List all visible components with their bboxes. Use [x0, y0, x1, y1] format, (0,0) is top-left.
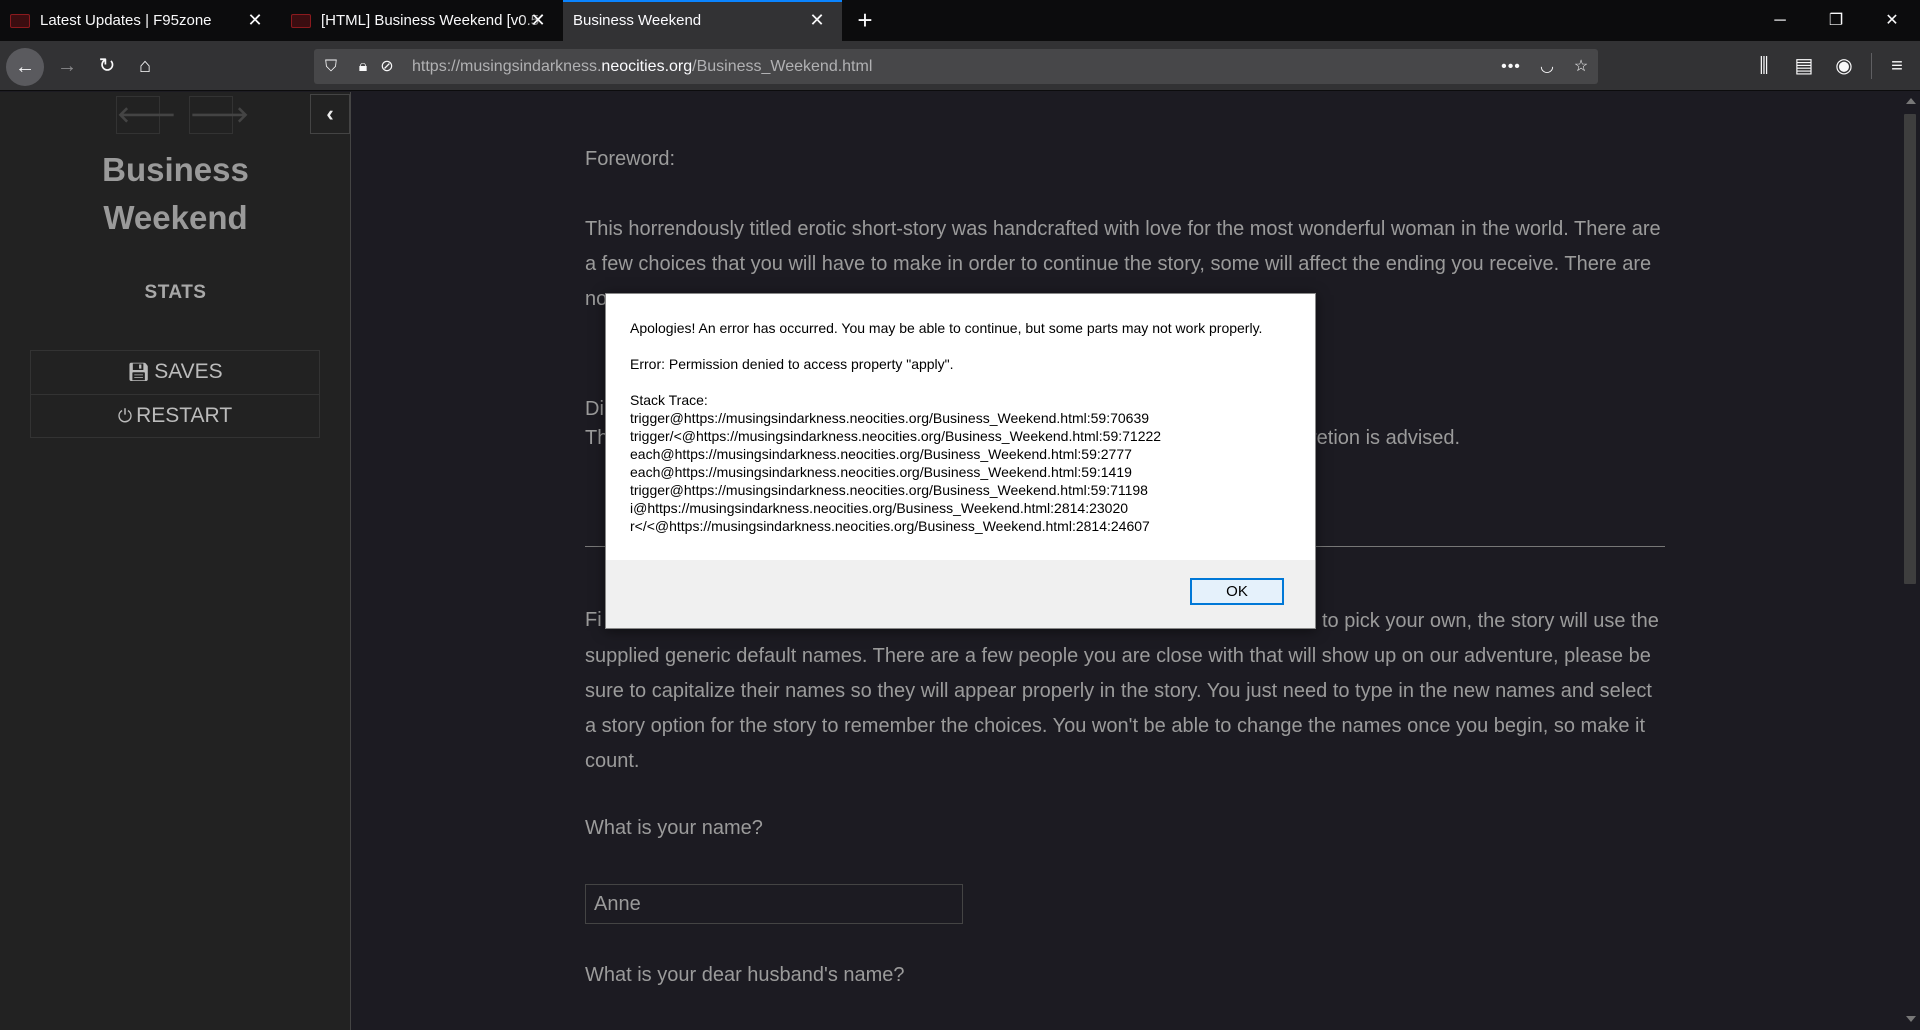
disclaimer-heading: Di [585, 398, 604, 420]
tab-bar: Latest Updates | F95zone ✕ [HTML] Busine… [0, 0, 1920, 41]
bookmark-star-icon[interactable]: ☆ [1570, 56, 1592, 78]
restart-button[interactable]: ⏻ RESTART [31, 394, 319, 437]
ok-button[interactable]: OK [1190, 578, 1284, 605]
reload-button[interactable]: ↻ [90, 49, 124, 83]
error-alert-dialog: Apologies! An error has occurred. You ma… [605, 293, 1316, 629]
disclaimer-text-end: retion is advised. [1310, 427, 1461, 449]
navigation-toolbar: ← → ↻ ⌂ ⛉ 🔒︎ ⊘ https://musingsindarkness… [0, 41, 1920, 91]
menu-hamburger-icon[interactable]: ≡ [1880, 49, 1914, 83]
floppy-disk-icon: 💾︎ [127, 362, 151, 382]
site-favicon-icon [291, 13, 311, 28]
minimize-button[interactable]: ─ [1752, 0, 1808, 41]
names-intro-text: to pick your own, the story will use the… [585, 610, 1659, 772]
stack-trace-line: r</<@https://musingsindarkness.neocities… [630, 518, 1150, 534]
tab-latest-updates[interactable]: Latest Updates | F95zone ✕ [0, 0, 280, 41]
url-host: neocities.org [601, 58, 693, 75]
story-title-line: Business [102, 151, 249, 188]
page-actions-icon[interactable]: ••• [1500, 56, 1522, 78]
tab-title: Latest Updates | F95zone [40, 12, 212, 29]
stack-trace-line: trigger/<@https://musingsindarkness.neoc… [630, 428, 1162, 444]
tab-close-icon[interactable]: ✕ [806, 9, 828, 31]
stack-trace-line: each@https://musingsindarkness.neocities… [630, 446, 1132, 462]
stack-trace-line: trigger@https://musingsindarkness.neocit… [630, 482, 1148, 498]
tab-business-weekend[interactable]: Business Weekend ✕ [563, 0, 842, 41]
story-title: Business Weekend [0, 146, 351, 242]
close-window-button[interactable]: ✕ [1864, 0, 1920, 41]
question-your-name: What is your name? [585, 817, 763, 839]
lock-icon[interactable]: 🔒︎ [352, 56, 374, 78]
url-text[interactable]: https://musingsindarkness.neocities.org/… [412, 58, 872, 76]
url-prefix: https://musingsindarkness. [412, 58, 602, 75]
home-button[interactable]: ⌂ [128, 49, 162, 83]
tab-business-weekend-thread[interactable]: [HTML] Business Weekend [v0.5 ✕ [281, 0, 563, 41]
saves-button[interactable]: 💾︎ SAVES [31, 351, 319, 394]
permissions-icon[interactable]: ⊘ [376, 56, 398, 78]
story-title-line: Weekend [103, 199, 248, 236]
question-husband-name: What is your dear husband's name? [585, 964, 905, 986]
power-icon: ⏻ [117, 406, 133, 426]
tab-close-icon[interactable]: ✕ [527, 9, 549, 31]
scroll-up-arrow-icon[interactable] [1906, 98, 1916, 104]
error-message: Apologies! An error has occurred. You ma… [630, 320, 1263, 336]
ui-bar: 🡐 🡒 ‹ Business Weekend STATS 💾︎ SAVES ⏻ RE… [0, 92, 351, 1030]
tab-title: Business Weekend [573, 12, 702, 29]
name-input[interactable]: Anne [585, 884, 963, 924]
foreword-heading: Foreword: [585, 148, 676, 170]
history-backward-button[interactable]: 🡐 [116, 96, 176, 134]
pocket-icon[interactable]: ◡ [1536, 56, 1558, 78]
restore-button[interactable]: ❐ [1808, 0, 1864, 41]
back-button[interactable]: ← [6, 48, 44, 86]
new-tab-button[interactable]: + [852, 7, 878, 34]
menu-core: 💾︎ SAVES ⏻ RESTART [30, 350, 320, 438]
dialog-body: Apologies! An error has occurred. You ma… [606, 294, 1315, 560]
saves-label: SAVES [154, 360, 223, 383]
forward-button[interactable]: → [50, 49, 84, 83]
stack-trace-line: each@https://musingsindarkness.neocities… [630, 464, 1132, 480]
stack-trace-heading: Stack Trace: [630, 392, 708, 408]
stack-trace-line: i@https://musingsindarkness.neocities.or… [630, 500, 1129, 516]
url-bar[interactable]: ⛉ 🔒︎ ⊘ https://musingsindarkness.neociti… [314, 49, 1598, 84]
stats-link[interactable]: STATS [0, 282, 351, 304]
ui-bar-toggle-button[interactable]: ‹ [310, 94, 350, 134]
url-path: /Business_Weekend.html [692, 58, 873, 75]
error-detail: Error: Permission denied to access prope… [630, 356, 954, 372]
restart-label: RESTART [136, 404, 233, 427]
tab-close-icon[interactable]: ✕ [244, 9, 266, 31]
library-icon[interactable]: ⫼ [1747, 49, 1781, 83]
scroll-down-arrow-icon[interactable] [1906, 1016, 1916, 1022]
sidebar-toggle-icon[interactable]: ▤ [1787, 49, 1821, 83]
history-forward-button[interactable]: 🡒 [189, 96, 249, 134]
account-icon[interactable]: ◉ [1827, 49, 1861, 83]
scrollbar-thumb[interactable] [1904, 114, 1916, 584]
tracking-protection-shield-icon[interactable]: ⛉ [320, 56, 342, 78]
tab-title: [HTML] Business Weekend [v0.5 [321, 12, 540, 29]
stack-trace-line: trigger@https://musingsindarkness.neocit… [630, 410, 1150, 426]
site-favicon-icon [10, 13, 30, 28]
toolbar-separator [1871, 53, 1872, 79]
